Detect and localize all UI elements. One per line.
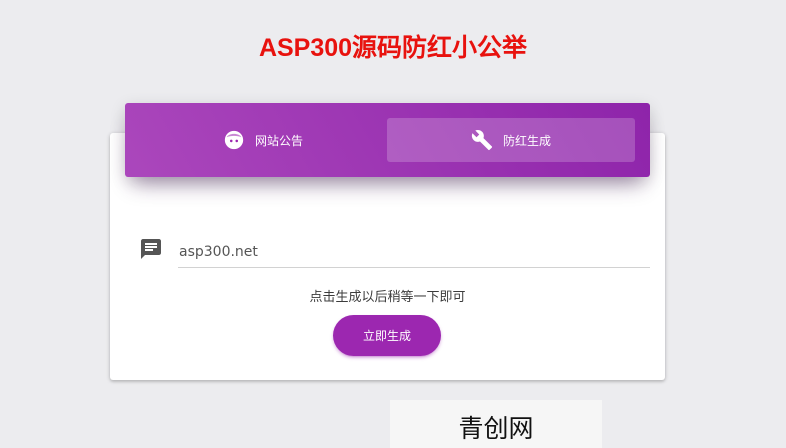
tab-generate[interactable]: 防红生成 — [387, 118, 635, 162]
tab-bar: 网站公告 防红生成 — [125, 103, 650, 177]
wrench-icon — [471, 129, 493, 151]
face-icon — [223, 129, 245, 151]
page-title: ASP300源码防红小公举 — [258, 34, 528, 62]
tab-generate-label: 防红生成 — [502, 133, 551, 148]
generate-button[interactable]: 立即生成 — [333, 315, 441, 356]
message-icon — [139, 237, 163, 261]
url-input[interactable] — [178, 236, 650, 268]
tab-notice-label: 网站公告 — [254, 133, 303, 148]
footer-badge: 青创网 — [390, 400, 602, 448]
footer-badge-text: 青创网 — [458, 414, 534, 443]
tab-notice[interactable]: 网站公告 — [139, 118, 387, 162]
hint-text: 点击生成以后稍等一下即可 — [309, 290, 466, 305]
